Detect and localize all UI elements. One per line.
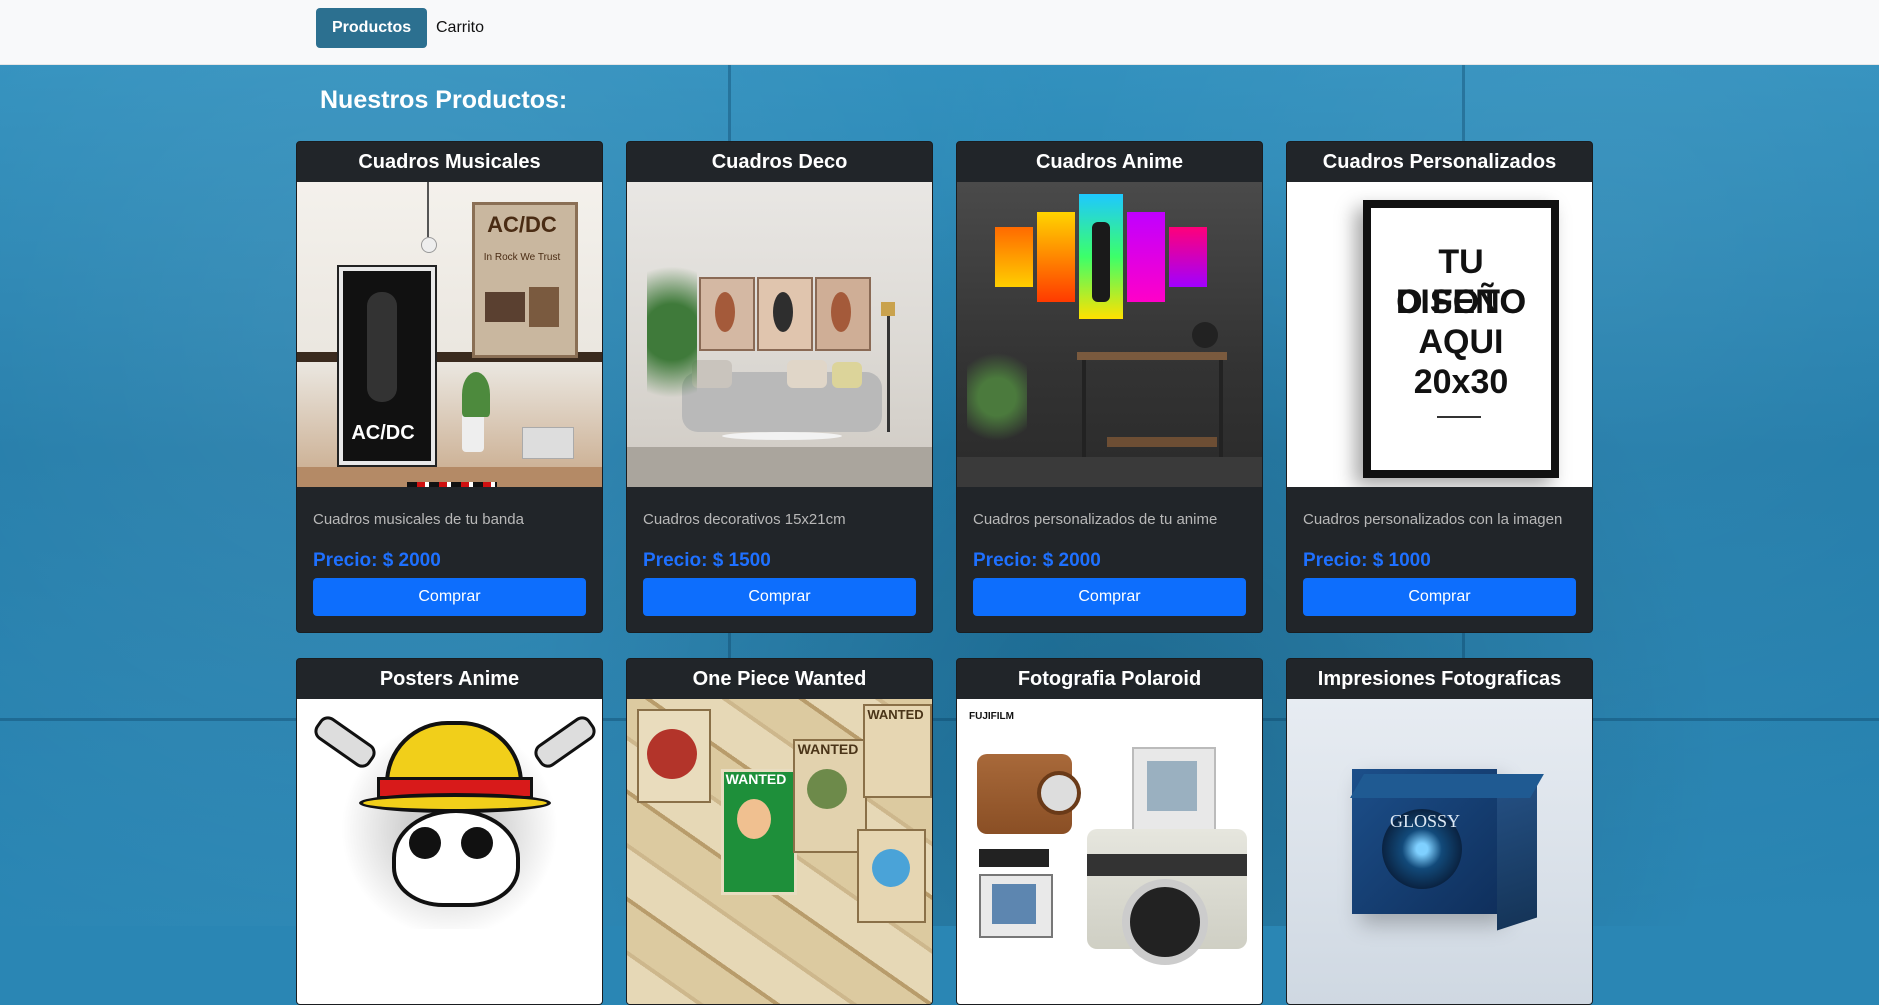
wanted-text: WANTED: [797, 741, 859, 757]
buy-button[interactable]: Comprar: [1303, 578, 1576, 616]
product-card: Cuadros Deco Cuadros decorativos 15x21cm…: [626, 141, 933, 633]
product-image: WANTED WANTED WANTED: [627, 699, 932, 1004]
product-card: Posters Anime: [296, 658, 603, 1005]
product-card: Cuadros Anime Cuadros personalizados de …: [956, 141, 1263, 633]
acdc-poster-text: AC/DC: [487, 212, 557, 237]
price-prefix: Precio: $: [1303, 550, 1384, 571]
product-price: Precio: $ 1500: [643, 550, 916, 572]
custom-text-line: AQUI: [1418, 323, 1504, 361]
buy-button[interactable]: Comprar: [643, 578, 916, 616]
navbar: Productos Carrito: [0, 0, 1879, 65]
background-seam: [0, 718, 1879, 721]
product-title: Fotografia Polaroid: [1017, 668, 1202, 690]
product-description: Cuadros decorativos 15x21cm: [643, 511, 846, 528]
page-title: Nuestros Productos:: [320, 86, 568, 114]
price-prefix: Precio: $: [973, 550, 1054, 571]
product-image: GLOSSY: [1287, 699, 1592, 1004]
product-description: Cuadros personalizados con la imagen: [1303, 511, 1563, 528]
product-title: Cuadros Musicales: [358, 151, 541, 173]
product-card: Cuadros Musicales AC/DC AC/DC In Rock We…: [296, 141, 603, 633]
acdc-logo-text: AC/DC: [351, 422, 415, 444]
product-image: FUJIFILM: [957, 699, 1262, 1004]
product-card: Cuadros Personalizados TU DISEÑO O FOTO …: [1286, 141, 1593, 633]
product-title: One Piece Wanted: [692, 668, 867, 690]
product-price: Precio: $ 1000: [1303, 550, 1576, 572]
product-description: Cuadros musicales de tu banda: [313, 511, 524, 528]
acdc-tagline-text: In Rock We Trust: [483, 252, 561, 263]
wanted-text: WANTED: [867, 707, 924, 722]
nav-carrito[interactable]: Carrito: [420, 8, 500, 48]
product-title: Cuadros Deco: [711, 151, 848, 173]
product-description: Cuadros personalizados de tu anime: [973, 511, 1218, 528]
product-image: [957, 182, 1262, 487]
product-title: Cuadros Anime: [1035, 151, 1184, 173]
product-image: [627, 182, 932, 487]
product-image: TU DISEÑO O FOTO AQUI 20x30: [1287, 182, 1592, 487]
price-value: 2000: [398, 550, 441, 571]
product-card: Fotografia Polaroid FUJIFILM: [956, 658, 1263, 1005]
product-price: Precio: $ 2000: [313, 550, 586, 572]
custom-text-line: 20x30: [1413, 363, 1509, 401]
price-value: 2000: [1058, 550, 1101, 571]
price-prefix: Precio: $: [313, 550, 394, 571]
price-prefix: Precio: $: [643, 550, 724, 571]
price-value: 1000: [1388, 550, 1431, 571]
product-title: Posters Anime: [379, 668, 520, 690]
buy-button[interactable]: Comprar: [973, 578, 1246, 616]
buy-button[interactable]: Comprar: [313, 578, 586, 616]
product-title: Impresiones Fotograficas: [1317, 668, 1562, 690]
product-image: [297, 699, 602, 1004]
product-card: Impresiones Fotograficas GLOSSY: [1286, 658, 1593, 1005]
page-background: [0, 64, 1879, 926]
product-card: One Piece Wanted WANTED WANTED WANTED: [626, 658, 933, 1005]
wanted-text: WANTED: [725, 771, 787, 787]
product-price: Precio: $ 2000: [973, 550, 1246, 572]
product-title: Cuadros Personalizados: [1322, 151, 1557, 173]
nav-productos[interactable]: Productos: [316, 8, 428, 48]
product-image: AC/DC AC/DC In Rock We Trust: [297, 182, 602, 487]
custom-text-line: O FOTO: [1396, 283, 1526, 321]
glossy-label-text: GLOSSY: [1389, 811, 1460, 831]
fujifilm-logo-text: FUJIFILM: [969, 711, 1014, 722]
price-value: 1500: [728, 550, 771, 571]
